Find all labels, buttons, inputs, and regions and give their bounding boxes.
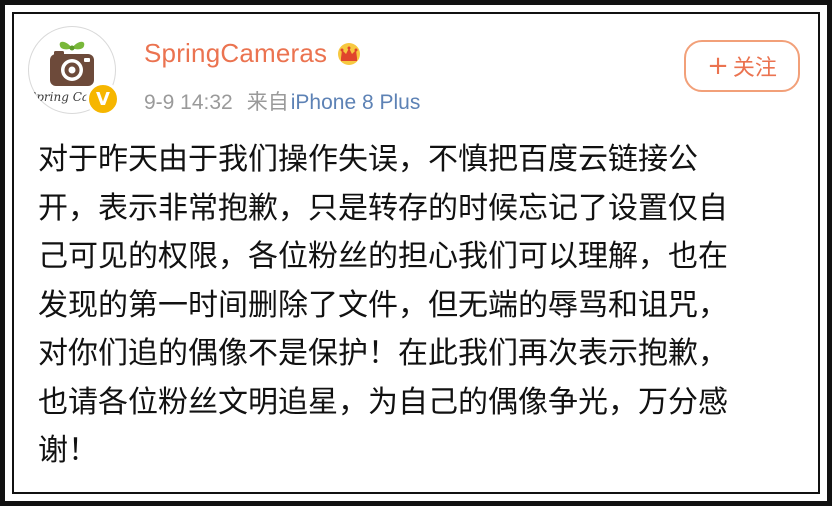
content-line: 己可见的权限，各位粉丝的担心我们可以理解，也在	[38, 239, 728, 274]
plus-icon: +	[707, 51, 729, 81]
content-line: 发现的第一时间删除了文件，但无端的辱骂和诅咒，	[38, 287, 728, 323]
content-line: 对于昨天由于我们操作失误，不慎把百度云链接公	[38, 142, 698, 177]
content-line: 开，表示非常抱歉，只是转存的时候忘记了设置仅自	[38, 190, 728, 226]
content-line: 谢！	[38, 433, 98, 468]
author-name[interactable]: SpringCameras	[144, 38, 327, 69]
post-time: 9-9 14:32	[144, 91, 233, 114]
follow-button[interactable]: + 关注	[684, 40, 800, 92]
crown-icon[interactable]	[335, 42, 363, 66]
post-meta: 9-9 14:32 来自 iPhone 8 Plus	[144, 86, 420, 116]
post-content: 对于昨天由于我们操作失误，不慎把百度云链接公 开，表示非常抱歉，只是转存的时候忘…	[38, 136, 798, 476]
content-line: 对你们追的偶像不是保护！在此我们再次表示抱歉，	[38, 336, 728, 371]
source-device-link[interactable]: iPhone 8 Plus	[291, 91, 421, 115]
source-prefix: 来自	[246, 91, 289, 114]
verified-v-icon: V	[86, 82, 120, 116]
content-line: 也请各位粉丝文明追星，为自己的偶像争光，万分感	[38, 384, 728, 420]
follow-label: 关注	[732, 56, 777, 81]
author-row: SpringCameras	[144, 38, 363, 69]
avatar[interactable]: Spring Cam V	[28, 26, 120, 116]
